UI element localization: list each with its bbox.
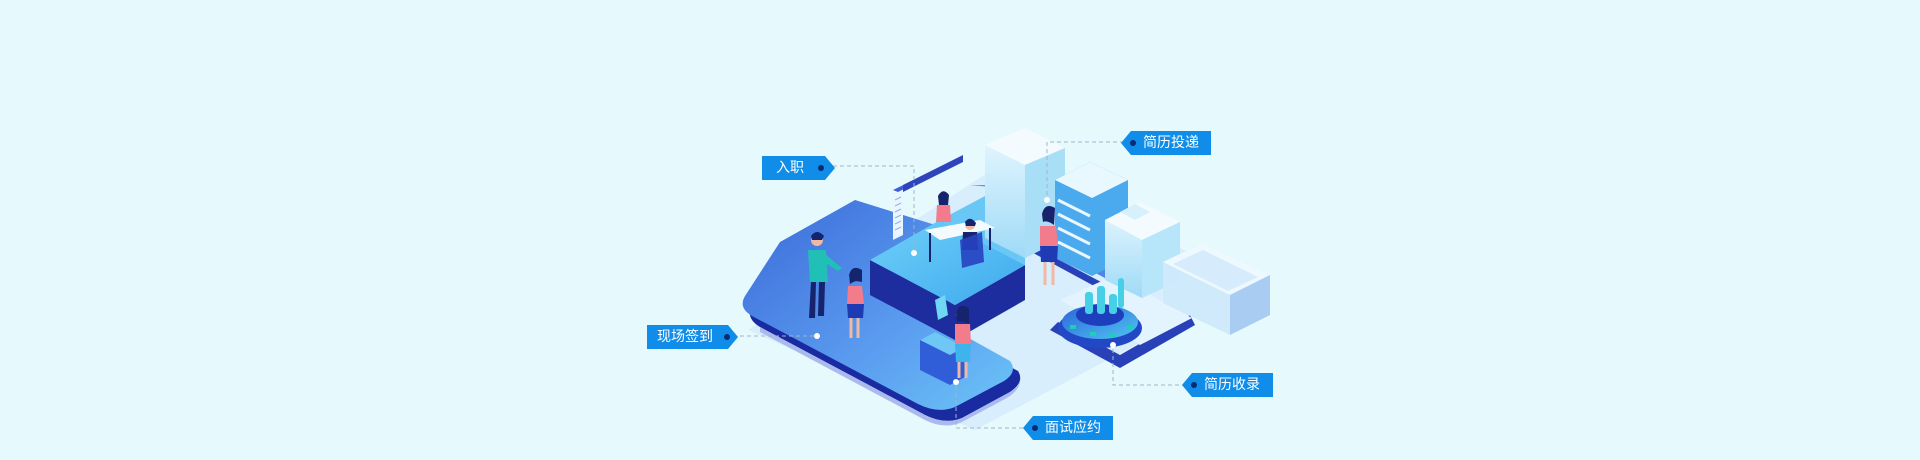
tag-label: 面试应约 xyxy=(1045,420,1101,436)
tag-resume-submit: 简历投递 xyxy=(1121,131,1211,155)
tag-label: 现场签到 xyxy=(657,329,713,345)
illustration-stage: 入职 简历投递 现场签到 简历收录 面试应约 xyxy=(0,0,1920,460)
isometric-recruitment-illustration xyxy=(733,128,1270,430)
tag-resume-receive: 简历收录 xyxy=(1182,373,1273,397)
tag-label: 简历投递 xyxy=(1143,135,1199,151)
tag-label: 简历收录 xyxy=(1204,377,1260,393)
tag-onboard: 入职 xyxy=(762,156,835,180)
tag-interview: 面试应约 xyxy=(1023,416,1113,440)
tag-checkin: 现场签到 xyxy=(647,325,738,349)
tag-label: 入职 xyxy=(776,160,804,176)
